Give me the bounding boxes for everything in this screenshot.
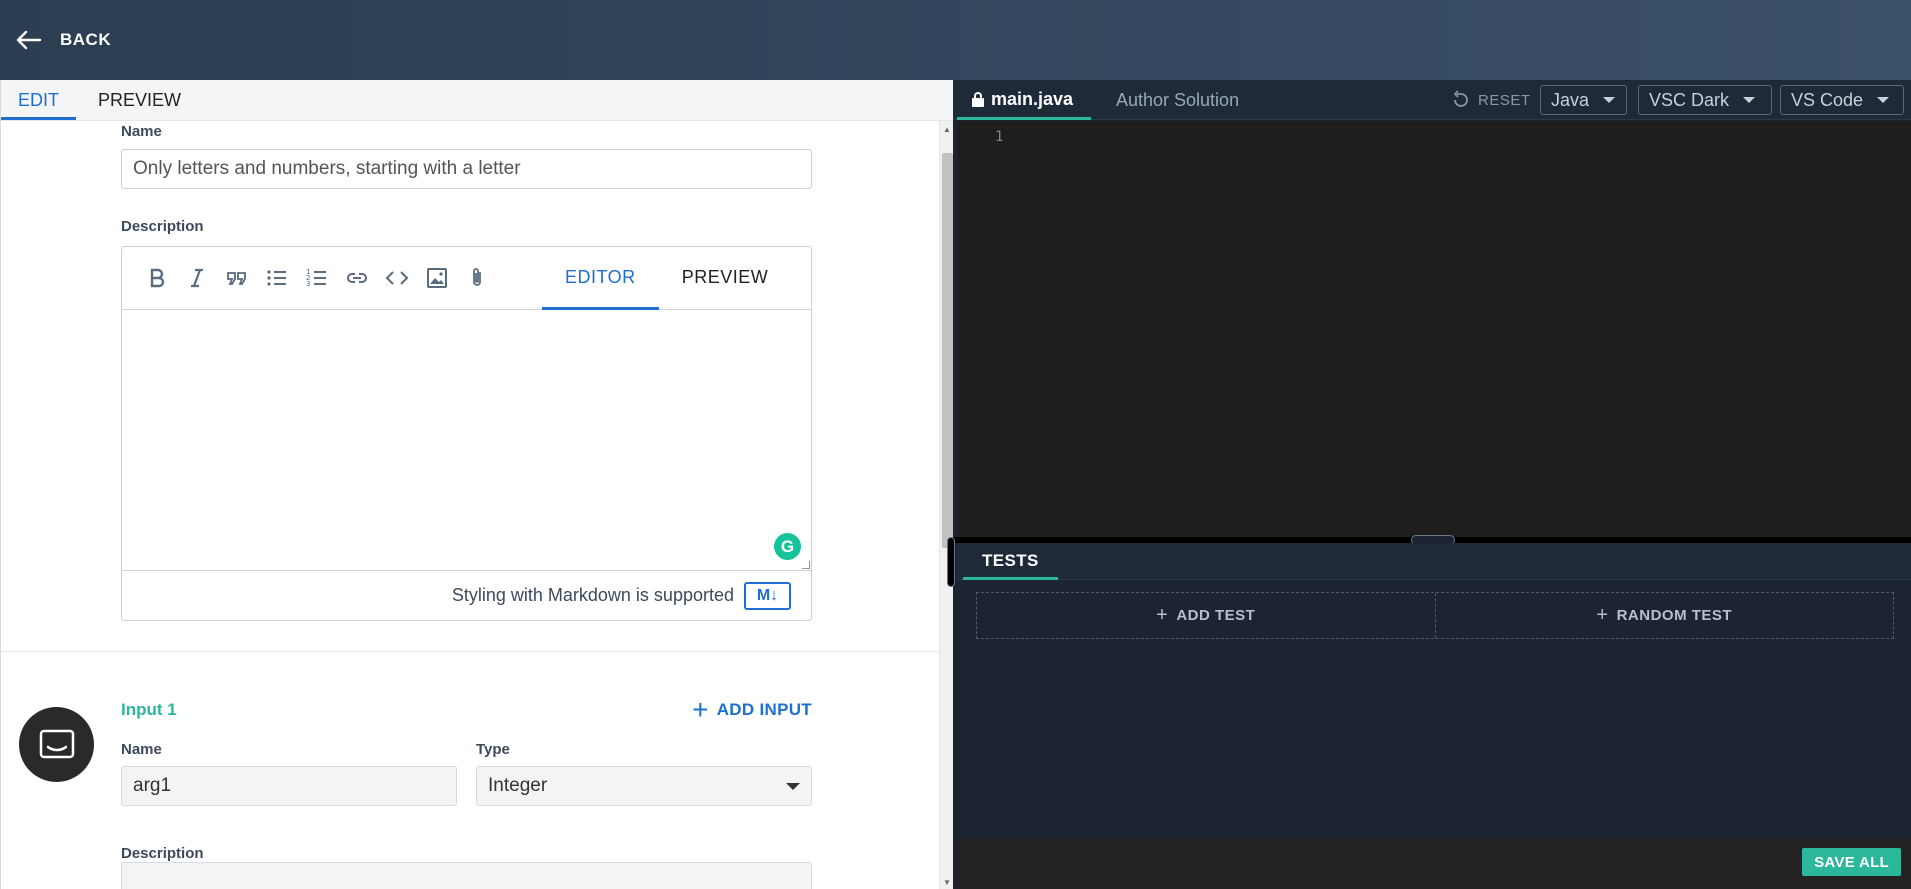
tab-preview[interactable]: PREVIEW [76, 80, 203, 120]
section-divider [1, 651, 939, 652]
add-test-label: ADD TEST [1176, 607, 1256, 624]
editor-tabs: main.java Author Solution RESET Java VSC… [953, 80, 1911, 120]
attachment-icon[interactable] [464, 265, 490, 291]
quote-icon[interactable] [224, 265, 250, 291]
keymap-select[interactable]: VS Code [1780, 85, 1904, 115]
arrow-left-icon [16, 30, 42, 50]
svg-text:3: 3 [306, 280, 310, 288]
chevron-down-icon [1603, 97, 1616, 103]
arg-type-value: Integer [488, 775, 548, 796]
markdown-editor: 123 EDITOR PREVIEW G Styling with Markdo… [121, 246, 812, 621]
left-tabs: EDIT PREVIEW [1, 80, 953, 121]
scroll-down-icon[interactable]: ▼ [940, 878, 953, 887]
tab-author-solution[interactable]: Author Solution [1116, 80, 1239, 120]
right-panel: main.java Author Solution RESET Java VSC… [947, 80, 1911, 889]
language-select[interactable]: Java [1540, 85, 1627, 115]
name-label: Name [121, 123, 162, 140]
description-label: Description [121, 218, 204, 235]
markdown-toolbar: 123 EDITOR PREVIEW [122, 247, 811, 310]
markdown-tabs: EDITOR PREVIEW [542, 247, 791, 310]
tests-actions: + ADD TEST + RANDOM TEST [976, 592, 1894, 639]
tab-tests[interactable]: TESTS [963, 543, 1058, 580]
line-number: 1 [995, 129, 1004, 145]
chevron-down-icon [1743, 97, 1756, 103]
add-input-button[interactable]: + ADD INPUT [692, 694, 812, 725]
tab-md-preview[interactable]: PREVIEW [659, 247, 792, 310]
arg-name-input[interactable]: arg1 [121, 766, 457, 806]
chevron-down-icon [786, 782, 800, 790]
back-label: BACK [60, 30, 112, 49]
bottom-bar: SAVE ALL [957, 838, 1911, 889]
code-icon[interactable] [384, 265, 410, 291]
code-editor[interactable]: 1 [957, 121, 1911, 537]
chat-launcher-button[interactable] [19, 707, 94, 782]
input-title: Input 1 [121, 700, 177, 719]
theme-value: VSC Dark [1649, 89, 1730, 110]
arg-description-label: Description [121, 845, 204, 862]
link-icon[interactable] [344, 265, 370, 291]
tab-md-editor[interactable]: EDITOR [542, 247, 659, 310]
arg-type-select[interactable]: Integer [476, 766, 812, 806]
grammarly-icon[interactable]: G [774, 533, 801, 560]
plus-icon: + [1156, 604, 1169, 626]
lock-icon [972, 91, 984, 107]
reset-label: RESET [1478, 91, 1531, 109]
italic-icon[interactable] [184, 265, 210, 291]
chat-icon [39, 729, 74, 758]
markdown-note: Styling with Markdown is supported [451, 585, 734, 605]
markdown-icon[interactable]: M↓ [744, 581, 791, 610]
name-input[interactable]: Only letters and numbers, starting with … [121, 149, 812, 189]
markdown-footer: Styling with Markdown is supported M↓ [122, 571, 811, 620]
vertical-split-handle[interactable] [947, 537, 955, 587]
add-test-button[interactable]: + ADD TEST [977, 593, 1435, 638]
add-input-label: ADD INPUT [716, 700, 812, 719]
save-all-button[interactable]: SAVE ALL [1802, 848, 1901, 876]
keymap-value: VS Code [1791, 89, 1864, 110]
reset-button[interactable]: RESET [1450, 80, 1531, 120]
random-test-button[interactable]: + RANDOM TEST [1434, 593, 1894, 638]
bullet-list-icon[interactable] [264, 265, 290, 291]
scrollbar-thumb[interactable] [942, 153, 953, 548]
resize-handle[interactable] [802, 561, 810, 569]
language-value: Java [1551, 89, 1590, 110]
left-panel: EDIT PREVIEW Name Only letters and numbe… [0, 80, 953, 889]
arg-description-input[interactable] [121, 862, 812, 889]
reset-icon [1453, 90, 1468, 107]
tab-main-java[interactable]: main.java [957, 80, 1092, 120]
scroll-up-icon[interactable]: ▲ [940, 125, 953, 134]
arg-type-label: Type [476, 741, 510, 758]
tab-main-java-label: main.java [991, 88, 1074, 109]
numbered-list-icon[interactable]: 123 [304, 265, 330, 291]
input-header: Input 1 + ADD INPUT [121, 694, 812, 725]
tests-header: TESTS [957, 543, 1911, 580]
chevron-down-icon [1877, 97, 1890, 103]
back-button[interactable]: BACK [16, 30, 111, 50]
random-test-label: RANDOM TEST [1616, 607, 1733, 624]
plus-icon: + [1596, 604, 1609, 626]
top-bar: BACK [0, 0, 1911, 80]
arg-name-label: Name [121, 741, 162, 758]
plus-icon: + [692, 694, 709, 725]
left-scrollbar[interactable]: ▲ ▼ [939, 121, 953, 889]
image-icon[interactable] [424, 265, 450, 291]
tab-edit[interactable]: EDIT [1, 80, 77, 120]
theme-select[interactable]: VSC Dark [1638, 85, 1772, 115]
bold-icon[interactable] [144, 265, 170, 291]
description-textarea[interactable]: G [122, 310, 811, 571]
